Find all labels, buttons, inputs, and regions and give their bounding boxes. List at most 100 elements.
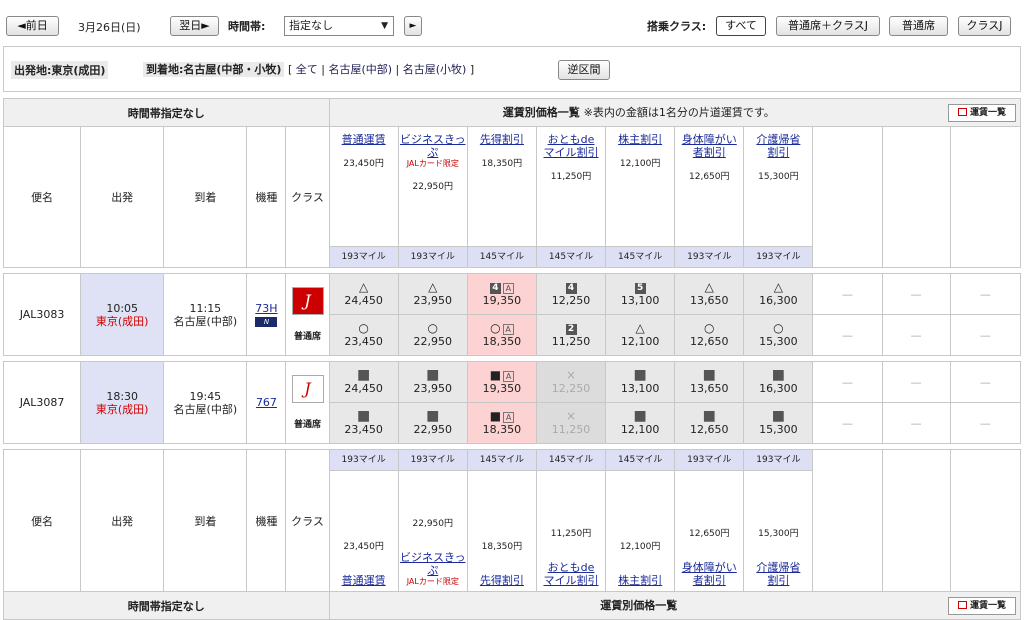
- aircraft-link[interactable]: 767: [256, 396, 277, 409]
- fare-cell[interactable]: △ 16,300: [743, 273, 814, 315]
- empty-cell: [812, 449, 883, 592]
- fare-cell[interactable]: △ 24,450: [328, 273, 399, 315]
- fare-cell[interactable]: ■ 23,950: [397, 361, 468, 403]
- fare-type-link[interactable]: 介護帰省: [744, 561, 812, 574]
- dest-chubu-link[interactable]: 名古屋(中部): [328, 63, 392, 76]
- fare-cell[interactable]: ■ A 18,350: [466, 402, 537, 444]
- page: { "nav": {"prev": "◄前日", "date": "3月26日(…: [0, 0, 1024, 620]
- fare-type-link[interactable]: 株主割引: [606, 133, 674, 146]
- fare-type-3: 11,250円 おともde マイル割引: [535, 470, 607, 592]
- fare-cell[interactable]: 4 A 19,350: [466, 273, 537, 315]
- fare-type-link[interactable]: 先得割引: [468, 574, 536, 587]
- availability-symbol: ○: [490, 321, 501, 335]
- fare-cell[interactable]: ○ 22,950: [397, 314, 468, 356]
- fare-cell[interactable]: △ 12,100: [605, 314, 676, 356]
- fare-type-link[interactable]: おともde: [537, 561, 605, 574]
- time-go-button[interactable]: ►: [404, 16, 422, 36]
- fare-cell[interactable]: ○ 12,650: [674, 314, 745, 356]
- prev-day-button[interactable]: ◄前日: [6, 16, 59, 36]
- fare-cell[interactable]: ■ 23,450: [328, 402, 399, 444]
- fare-type-link[interactable]: 普通運賃: [330, 574, 398, 587]
- window-icon: [957, 108, 967, 116]
- wifi-icon: N: [255, 317, 278, 327]
- fare-price: 22,950円: [412, 182, 454, 192]
- arrival-cell: 11:15 名古屋(中部): [163, 273, 248, 356]
- fare-type-4: 12,100円 株主割引: [605, 470, 676, 592]
- fare-header-title: 運賃別価格一覧: [600, 598, 678, 612]
- fare-type-link[interactable]: 普通運賃: [330, 133, 398, 146]
- fare-cell[interactable]: △ 13,650: [674, 273, 745, 315]
- class-economy-j-button[interactable]: 普通席＋クラスJ: [776, 16, 880, 36]
- arrival-time: 19:45: [189, 389, 222, 403]
- fare-type-link[interactable]: 株主割引: [606, 574, 674, 587]
- fare-price: 15,300円: [758, 529, 799, 539]
- time-select[interactable]: 指定なし ▼: [284, 16, 394, 36]
- reverse-route-button[interactable]: 逆区間: [558, 60, 610, 80]
- fare-type-link[interactable]: 身体障がい: [675, 133, 743, 146]
- fare-cell[interactable]: ■ 13,100: [605, 361, 676, 403]
- fare-cell[interactable]: ■ A 19,350: [466, 361, 537, 403]
- fare-type-link-line2[interactable]: 割引: [744, 146, 812, 159]
- availability-symbol: ■: [489, 368, 502, 382]
- departure-airport: 東京(成田): [95, 314, 149, 328]
- fare-cell[interactable]: ○ 23,450: [328, 314, 399, 356]
- seat-class-label: 普通席: [294, 420, 322, 430]
- fare-cell: × 11,250: [535, 402, 607, 444]
- col-class: クラス: [285, 126, 330, 268]
- fare-cell[interactable]: ■ 12,650: [674, 402, 745, 444]
- fare-cell[interactable]: △ 23,950: [397, 273, 468, 315]
- jal-logo-icon: J: [291, 287, 324, 315]
- fare-amount: 24,450: [344, 382, 383, 395]
- fare-cell[interactable]: ■ 24,450: [328, 361, 399, 403]
- fare-list-button[interactable]: 運賃一覧: [948, 596, 1016, 615]
- fare-cell[interactable]: ■ 22,950: [397, 402, 468, 444]
- fare-cell[interactable]: 2 11,250: [535, 314, 607, 356]
- dest-komaki-link[interactable]: 名古屋(小牧): [403, 63, 467, 76]
- fare-cell[interactable]: 5 13,100: [605, 273, 676, 315]
- fare-type-link[interactable]: ビジネスきっぷ: [399, 133, 467, 159]
- dest-all-link[interactable]: 全て: [296, 63, 318, 76]
- fare-cell[interactable]: ■ 16,300: [743, 361, 814, 403]
- class-filter-label: 搭乗クラス:: [647, 20, 707, 33]
- departure-cell: 18:30 東京(成田): [80, 361, 165, 444]
- fare-type-link-line2[interactable]: 者割引: [675, 146, 743, 159]
- fare-type-link[interactable]: 先得割引: [468, 133, 536, 146]
- fare-cell[interactable]: ■ 12,100: [605, 402, 676, 444]
- fare-type-6: 介護帰省 割引 15,300円: [743, 126, 814, 247]
- next-day-button[interactable]: 翌日►: [170, 16, 219, 36]
- fare-type-2: 18,350円 先得割引: [466, 470, 537, 592]
- fare-type-link[interactable]: おともde: [537, 133, 605, 146]
- fare-type-link-line2[interactable]: マイル割引: [537, 574, 605, 587]
- fare-cell[interactable]: ○ A 18,350: [466, 314, 537, 356]
- current-date: 3月26日(日): [78, 21, 141, 34]
- fare-price: 12,100円: [619, 159, 661, 169]
- arrival-airport: 名古屋(中部): [173, 402, 238, 416]
- fare-miles: 193マイル: [397, 246, 468, 268]
- aircraft-link[interactable]: 73H: [255, 302, 277, 315]
- flight-row: JAL3083 10:05 東京(成田) 11:15 名古屋(中部) 73H N J 普通席 △ 2…: [2, 273, 1022, 356]
- col-aircraft: 機種: [246, 449, 287, 592]
- fare-cell[interactable]: ■ 13,650: [674, 361, 745, 403]
- fare-type-link[interactable]: 身体障がい: [675, 561, 743, 574]
- departure-time: 10:05: [106, 301, 139, 315]
- empty-fare-cell: —: [949, 314, 1022, 356]
- col-arr: 到着: [163, 126, 248, 268]
- fare-miles: 193マイル: [328, 246, 399, 268]
- fare-type-link-line2[interactable]: 者割引: [675, 574, 743, 587]
- fare-amount: 22,950: [413, 423, 453, 436]
- fare-header: 運賃別価格一覧 ※表内の金額は1名分の片道運賃です。 運賃一覧: [328, 98, 1022, 127]
- fare-list-button[interactable]: 運賃一覧: [948, 103, 1016, 122]
- fare-cell[interactable]: ■ 15,300: [743, 402, 814, 444]
- fare-cell[interactable]: ○ 15,300: [743, 314, 814, 356]
- fare-type-4: 株主割引 12,100円: [605, 126, 676, 247]
- fare-type-link-line2[interactable]: 割引: [744, 574, 812, 587]
- class-j-button[interactable]: クラスJ: [958, 16, 1011, 36]
- fare-type-link[interactable]: 介護帰省: [744, 133, 812, 146]
- class-all-button[interactable]: すべて: [716, 16, 766, 36]
- class-economy-button[interactable]: 普通席: [889, 16, 948, 36]
- fare-type-link-line2[interactable]: マイル割引: [537, 146, 605, 159]
- fare-cell[interactable]: 4 12,250: [535, 273, 607, 315]
- fare-miles: 145マイル: [535, 449, 607, 471]
- fare-type-link[interactable]: ビジネスきっぷ: [399, 551, 467, 577]
- fare-price: 22,950円: [412, 519, 454, 529]
